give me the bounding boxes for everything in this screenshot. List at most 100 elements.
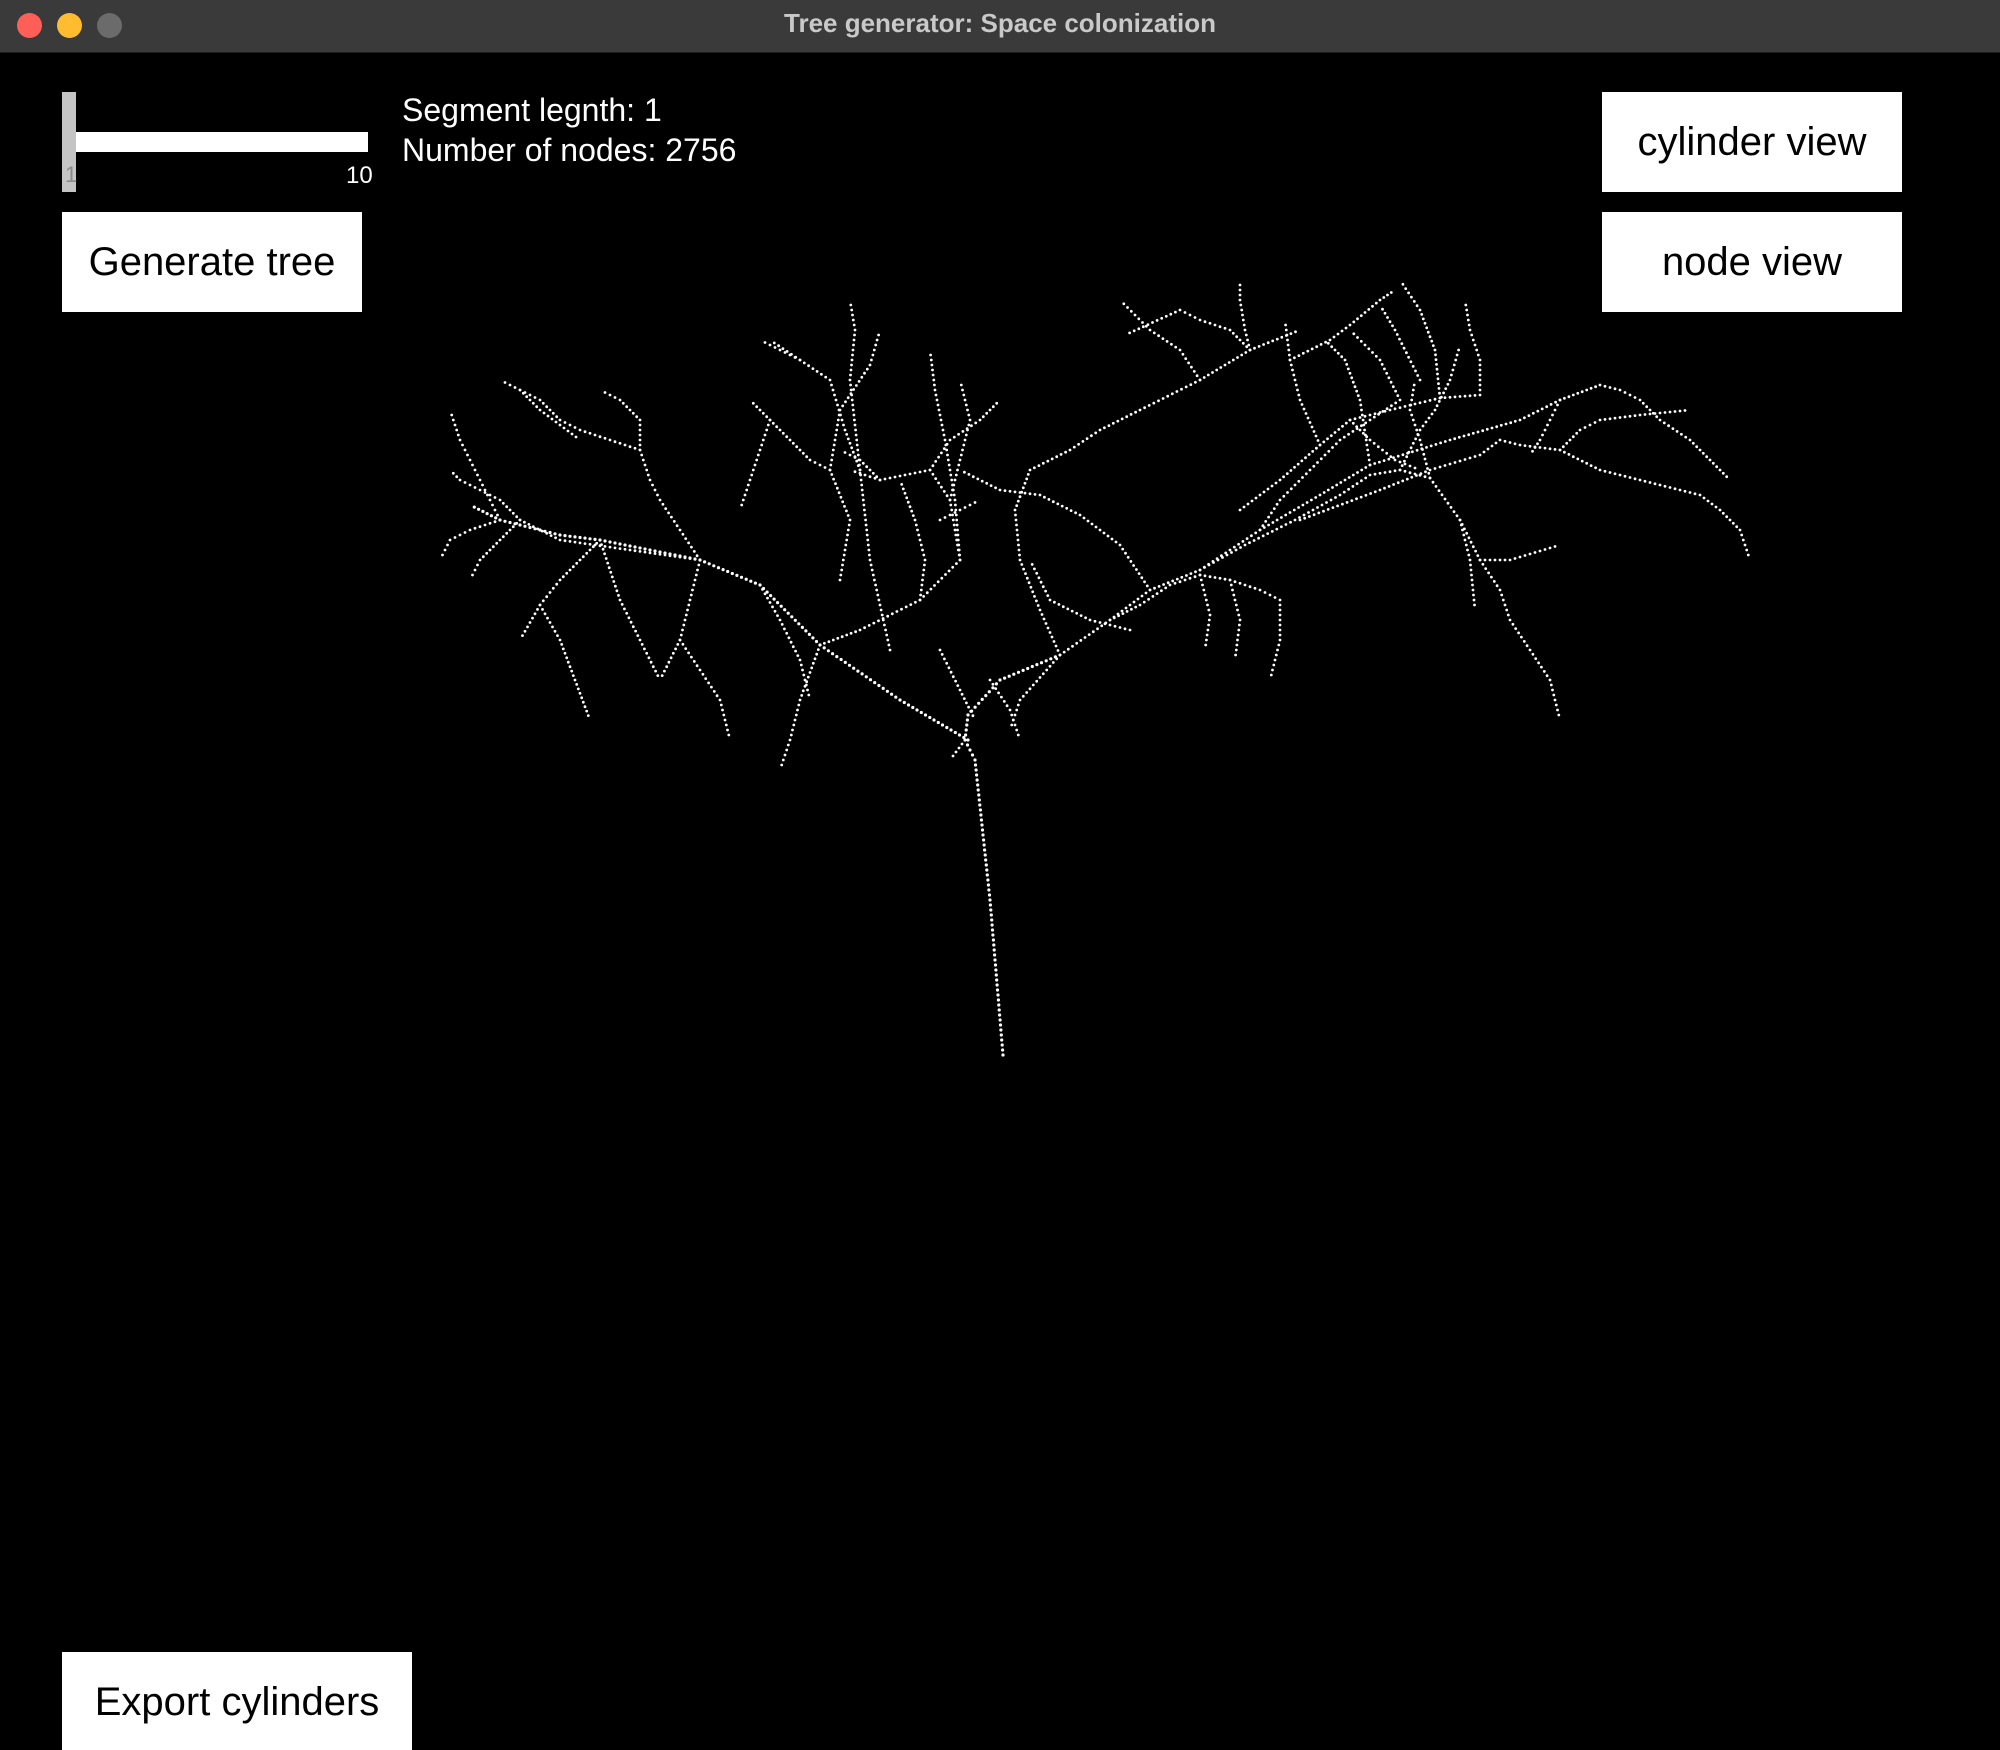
tree-node xyxy=(1419,443,1423,447)
tree-node xyxy=(1317,511,1321,515)
tree-node xyxy=(1335,483,1339,487)
tree-node xyxy=(636,634,640,637)
tree-node xyxy=(1170,342,1173,346)
tree-node xyxy=(963,506,967,509)
tree-node xyxy=(555,582,559,586)
tree-node xyxy=(1740,533,1744,537)
tree-node xyxy=(1261,524,1265,528)
tree-node xyxy=(1503,439,1507,443)
tree-node xyxy=(943,657,946,661)
tree-node xyxy=(1326,488,1330,492)
tree-node xyxy=(1164,586,1168,590)
tree-node xyxy=(1023,481,1027,485)
tree-node xyxy=(1238,338,1242,342)
tree-node xyxy=(483,523,487,527)
tree-node xyxy=(575,561,579,565)
export-cylinders-button[interactable]: Export cylinders xyxy=(62,1652,412,1750)
tree-node xyxy=(1638,413,1642,417)
tree-node xyxy=(853,470,857,474)
tree-node xyxy=(488,498,492,502)
tree-node xyxy=(583,536,587,540)
tree-node xyxy=(1470,333,1474,337)
tree-node xyxy=(1434,485,1438,488)
tree-node xyxy=(1457,435,1461,439)
tree-node xyxy=(598,538,602,542)
tree-node xyxy=(585,551,589,555)
tree-node xyxy=(1278,618,1282,622)
tree-node xyxy=(1416,433,1420,436)
tree-node xyxy=(697,563,701,567)
tree-node xyxy=(830,473,834,476)
tree-node xyxy=(1132,329,1136,333)
tree-node xyxy=(811,367,815,370)
tree-node xyxy=(1296,388,1299,392)
tree-node xyxy=(999,1028,1003,1032)
tree-node xyxy=(885,633,889,637)
generate-tree-button[interactable]: Generate tree xyxy=(62,212,362,312)
tree-node xyxy=(583,542,587,545)
tree-node xyxy=(1467,536,1471,540)
tree-node xyxy=(1215,368,1219,372)
tree-node xyxy=(952,523,956,527)
tree-node xyxy=(1476,353,1480,357)
tree-node xyxy=(868,468,872,472)
tree-node xyxy=(760,443,764,447)
tree-node xyxy=(548,408,552,412)
tree-node xyxy=(958,688,962,692)
tree-node xyxy=(618,598,622,602)
tree-node xyxy=(1207,618,1211,622)
tree-branch xyxy=(1478,545,1557,562)
tree-node xyxy=(1304,472,1308,476)
node-view-button[interactable]: node view xyxy=(1602,212,1902,312)
tree-node xyxy=(1297,506,1300,509)
tree-node xyxy=(1013,508,1017,512)
tree-node xyxy=(801,689,805,693)
tree-node xyxy=(1346,367,1350,371)
tree-node xyxy=(1331,486,1334,489)
tree-node xyxy=(1356,317,1359,321)
tree-node xyxy=(1325,501,1328,504)
tree-node xyxy=(994,973,998,977)
tree-branch xyxy=(1348,418,1417,470)
tree-node xyxy=(620,603,624,606)
tree-node xyxy=(1036,604,1040,607)
cylinder-view-button[interactable]: cylinder view xyxy=(1602,92,1902,192)
tree-node xyxy=(1658,483,1662,487)
tree-node xyxy=(968,748,972,752)
tree-node xyxy=(1453,461,1457,464)
tree-node xyxy=(1175,577,1179,581)
tree-node xyxy=(775,425,779,429)
tree-node xyxy=(973,763,978,767)
tree-node xyxy=(1173,581,1177,585)
tree-node xyxy=(1012,672,1016,676)
tree-node xyxy=(1108,623,1112,627)
tree-node xyxy=(669,656,673,660)
tree-node xyxy=(1641,401,1645,405)
slider-track[interactable] xyxy=(62,132,368,152)
tree-node xyxy=(640,643,644,646)
tree-node xyxy=(1292,508,1296,512)
tree-node xyxy=(1048,598,1052,602)
tree-node xyxy=(542,411,546,415)
tree-node xyxy=(1443,396,1447,399)
tree-node xyxy=(1125,415,1129,419)
tree-node xyxy=(780,763,784,767)
tree-node xyxy=(1358,416,1362,419)
tree-node xyxy=(990,928,995,932)
tree-node xyxy=(1428,399,1432,402)
tree-node xyxy=(1241,540,1245,543)
tree-node xyxy=(871,353,875,357)
tree-node xyxy=(1208,613,1212,617)
tree-node xyxy=(1538,446,1542,449)
tree-node xyxy=(851,348,855,352)
tree-node xyxy=(1042,617,1046,621)
tree-node xyxy=(1551,413,1554,417)
tree-node xyxy=(1359,339,1363,343)
segment-length-slider[interactable]: 1 10 xyxy=(62,92,373,192)
tree-node xyxy=(1157,334,1160,338)
tree-node xyxy=(1074,511,1077,515)
tree-node xyxy=(1463,394,1467,398)
tree-node xyxy=(638,443,642,447)
tree-node xyxy=(1368,413,1372,417)
tree-node xyxy=(1409,360,1413,364)
